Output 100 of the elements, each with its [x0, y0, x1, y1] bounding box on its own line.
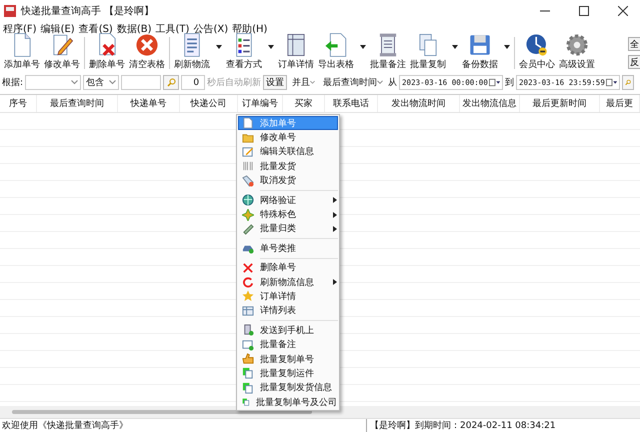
context-menu-item[interactable]: 批量复制单号及公司: [238, 395, 338, 410]
column-header[interactable]: 发出物流信息: [460, 95, 520, 112]
copy-icon: [242, 396, 250, 408]
context-menu-item[interactable]: 编辑关联信息: [238, 144, 338, 160]
column-header[interactable]: 快递单号: [118, 95, 180, 112]
submenu-arrow-icon: [333, 279, 337, 286]
toolbar-button[interactable]: 修改单号: [42, 35, 82, 71]
context-menu-item[interactable]: 详情列表: [238, 304, 338, 318]
tag-icon: [242, 174, 254, 187]
toolbar-button[interactable]: 备份数据: [460, 35, 512, 71]
menu-item[interactable]: 程序(F): [3, 22, 37, 36]
toolbar-button[interactable]: 高级设置: [557, 35, 597, 71]
menu-item[interactable]: 编辑(E): [40, 22, 75, 36]
hand-icon: [242, 353, 254, 366]
search-icon: [166, 78, 176, 87]
countdown-field[interactable]: 0: [181, 75, 206, 90]
export-icon: [323, 32, 349, 58]
menu-item[interactable]: 查看(S): [78, 22, 113, 36]
window-title: 快递批量查询高手 【是玲啊】: [21, 4, 156, 18]
toolbar-button[interactable]: 会员中心: [517, 35, 557, 71]
context-menu-item[interactable]: 单号类推: [238, 241, 338, 256]
context-menu-item[interactable]: 刷新物流信息: [238, 274, 338, 290]
context-menu-item[interactable]: 删除单号: [238, 260, 338, 275]
column-header[interactable]: 最后更: [600, 95, 640, 112]
close-icon[interactable]: [618, 6, 628, 16]
app-icon: [4, 5, 16, 17]
toolbar-button[interactable]: 订单详情: [276, 35, 316, 71]
column-header[interactable]: 发出物流时间: [378, 95, 460, 112]
auto-refresh-label: 秒后自动刷新: [207, 76, 262, 89]
side-button[interactable]: 全: [628, 37, 640, 51]
context-menu-item[interactable]: 批量备注: [238, 337, 338, 352]
menu-item[interactable]: 数据(B): [116, 22, 152, 36]
context-menu-item[interactable]: 订单详情: [238, 289, 338, 304]
gear-icon: [564, 32, 590, 58]
context-menu-item[interactable]: 修改单号: [238, 130, 338, 145]
maximize-icon[interactable]: [579, 6, 589, 16]
chevron-down-icon: [310, 80, 316, 85]
search-icon: [625, 78, 632, 87]
copy-icon: [242, 367, 254, 380]
context-menu-item[interactable]: 批量复制发货信息: [238, 380, 338, 396]
toolbar-button[interactable]: 删除单号: [87, 35, 127, 71]
chevron-down-icon: [109, 80, 116, 85]
caret-icon[interactable]: [268, 45, 274, 49]
context-menu-item[interactable]: 批量复制运件: [238, 366, 338, 381]
cross-icon: [242, 262, 254, 274]
table-icon: [242, 304, 254, 317]
column-header[interactable]: 订单编号: [238, 95, 283, 112]
to-label: 到: [505, 76, 514, 89]
submenu-arrow-icon: [333, 226, 337, 232]
toolbar-button[interactable]: 刷新物流: [172, 35, 224, 71]
context-menu-item[interactable]: 网络验证: [238, 192, 338, 208]
calendar-icon: [606, 78, 618, 87]
settings-button[interactable]: 设置: [263, 75, 288, 90]
toolbar-button[interactable]: 清空表格: [127, 35, 167, 71]
caret-icon[interactable]: [360, 45, 366, 49]
context-menu-item[interactable]: 批量发货: [238, 159, 338, 174]
column-header[interactable]: 序号: [0, 95, 37, 112]
search-field[interactable]: [121, 75, 162, 90]
scrollbar-thumb[interactable]: [12, 410, 312, 414]
context-menu-item[interactable]: 取消发货: [238, 174, 338, 188]
status-message: 欢迎使用《快递批量查询高手》: [0, 419, 367, 432]
chevron-down-icon: [377, 80, 384, 85]
from-label: 从: [388, 76, 398, 89]
column-header[interactable]: 快递公司: [180, 95, 238, 112]
context-menu-item[interactable]: 批量复制单号: [238, 352, 338, 366]
sparkle-icon: [242, 208, 254, 221]
document-icon: [242, 117, 254, 130]
menu-item[interactable]: 公告(X): [193, 22, 228, 36]
side-button[interactable]: 反: [628, 55, 640, 69]
globe-icon: [242, 194, 254, 206]
toolbar-button[interactable]: 批量备注: [368, 35, 408, 71]
refresh-icon: [242, 276, 254, 288]
folder-icon: [242, 132, 254, 144]
phone-icon: [242, 324, 254, 336]
chevron-down-icon: [71, 80, 78, 85]
caret-icon[interactable]: [216, 45, 222, 49]
menu-item[interactable]: 工具(T): [156, 22, 190, 36]
match-dropdown[interactable]: 包含: [83, 75, 120, 90]
barcode-icon: [242, 160, 254, 172]
search-button[interactable]: [163, 75, 180, 90]
toolbar-button[interactable]: 查看方式: [224, 35, 276, 71]
submenu-arrow-icon: [333, 212, 337, 218]
column-header[interactable]: 买家: [283, 95, 325, 112]
column-header[interactable]: 最后更新时间: [520, 95, 600, 112]
star-icon: [242, 290, 254, 302]
context-menu-item[interactable]: 发送到手机上: [238, 323, 338, 338]
context-menu-item[interactable]: 特殊标色: [238, 207, 338, 222]
caret-icon[interactable]: [452, 45, 458, 49]
column-header[interactable]: 最后查询时间: [37, 95, 118, 112]
menu-item[interactable]: 帮助(H): [232, 22, 268, 36]
context-menu-item[interactable]: 批量归类: [238, 222, 338, 236]
caret-icon[interactable]: [504, 45, 510, 49]
expiry-info: 【是玲啊】到期时间：2024-02-11 08:34:21: [369, 420, 556, 432]
toolbar-button[interactable]: 添加单号: [2, 35, 42, 71]
field-label: 根据:: [2, 76, 24, 89]
calendar-icon: [488, 78, 500, 87]
toolbar-button[interactable]: 导出表格: [316, 35, 368, 71]
submenu-arrow-icon: [333, 197, 337, 204]
column-header[interactable]: 联系电话: [325, 95, 378, 112]
toolbar-button[interactable]: 批量复制: [408, 35, 460, 71]
